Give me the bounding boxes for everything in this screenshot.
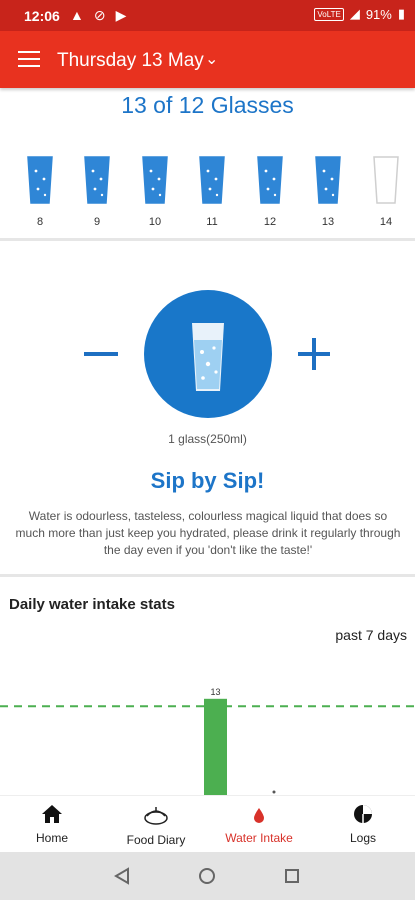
divider <box>0 574 415 577</box>
home-system-icon[interactable] <box>199 868 215 884</box>
glass-number: 8 <box>36 216 44 228</box>
add-glass-circle-button[interactable] <box>144 290 272 418</box>
glass-number: 10 <box>148 216 162 228</box>
battery-percent: 91% <box>365 6 392 22</box>
food-diary-icon <box>144 807 168 825</box>
glass-number: 9 <box>93 216 101 228</box>
back-icon[interactable] <box>114 867 129 885</box>
glass-icon <box>84 156 110 204</box>
home-icon <box>42 805 62 823</box>
chart-bar <box>204 698 227 795</box>
nav-logs-label: Logs <box>349 831 377 845</box>
glass-item[interactable]: 13 <box>311 155 345 228</box>
glass-size-label: 1 glass(250ml) <box>168 432 247 446</box>
system-navigation-bar <box>0 852 415 900</box>
water-description: Water is odourless, tasteless, colourles… <box>15 509 401 557</box>
system-icons: VoLTE ◢ 91% ▮ <box>314 6 405 22</box>
glass-item[interactable]: 10 <box>138 155 172 228</box>
recents-icon[interactable] <box>285 869 299 883</box>
chevron-down-icon[interactable]: ⌄ <box>205 49 218 69</box>
glass-item[interactable]: 9 <box>80 155 114 228</box>
divider <box>0 238 415 241</box>
play-icon: ▶ <box>115 7 127 23</box>
chart-data-label: 13 <box>210 687 220 697</box>
pie-chart-icon <box>354 805 372 823</box>
chart-point <box>272 790 276 794</box>
nav-water-intake[interactable]: Water Intake <box>209 804 309 845</box>
nav-water-intake-label: Water Intake <box>225 831 293 845</box>
signal-icon: ◢ <box>349 6 360 21</box>
glass-number: 13 <box>321 216 335 228</box>
glass-icon <box>142 156 168 204</box>
bottom-navigation: Home Food Diary Water Intake Logs <box>0 795 415 852</box>
warning-icon: ▲ <box>70 7 84 23</box>
glass-icon <box>257 156 283 204</box>
glass-icon <box>315 156 341 204</box>
stats-range-selector[interactable]: past 7 days <box>335 627 407 643</box>
water-drop-icon <box>254 808 264 823</box>
nav-home-label: Home <box>35 831 68 845</box>
nav-logs[interactable]: Logs <box>313 804 413 845</box>
status-bar: 12:06 ▲ ⊘ ▶ VoLTE ◢ 91% ▮ <box>0 0 415 31</box>
glass-icon <box>192 323 224 391</box>
glass-item[interactable]: 12 <box>253 155 287 228</box>
remove-glass-button[interactable] <box>84 352 118 356</box>
tagline: Sip by Sip! <box>150 468 265 493</box>
glass-item[interactable]: 14 <box>369 155 403 228</box>
glass-item[interactable]: 11 <box>195 155 229 228</box>
glass-count-title: 13 of 12 Glasses <box>121 92 294 118</box>
nav-food-diary-label: Food Diary <box>126 833 186 847</box>
add-glass-button[interactable] <box>298 338 330 370</box>
app-bar: Thursday 13 May ⌄ <box>0 31 415 88</box>
glass-item[interactable]: 8 <box>23 155 57 228</box>
glass-number: 11 <box>206 216 218 228</box>
water-intake-chart: 13 <box>0 687 415 795</box>
glass-number: 14 <box>379 216 393 228</box>
blocked-icon: ⊘ <box>93 7 106 23</box>
glass-history-row[interactable]: 8 9 10 11 12 13 14 <box>0 155 415 235</box>
glass-number: 12 <box>263 216 277 228</box>
battery-icon: ▮ <box>397 6 405 21</box>
status-time: 12:06 <box>24 8 60 24</box>
volte-icon: VoLTE <box>314 7 344 21</box>
notification-icons: ▲ ⊘ ▶ <box>70 7 126 24</box>
stats-title: Daily water intake stats <box>9 596 175 613</box>
nav-home[interactable]: Home <box>2 804 102 845</box>
glass-icon <box>373 156 399 204</box>
menu-icon[interactable] <box>18 51 40 67</box>
glass-icon <box>199 156 225 204</box>
glass-icon <box>27 156 53 204</box>
nav-food-diary[interactable]: Food Diary <box>106 804 206 847</box>
date-selector[interactable]: Thursday 13 May <box>57 50 204 72</box>
